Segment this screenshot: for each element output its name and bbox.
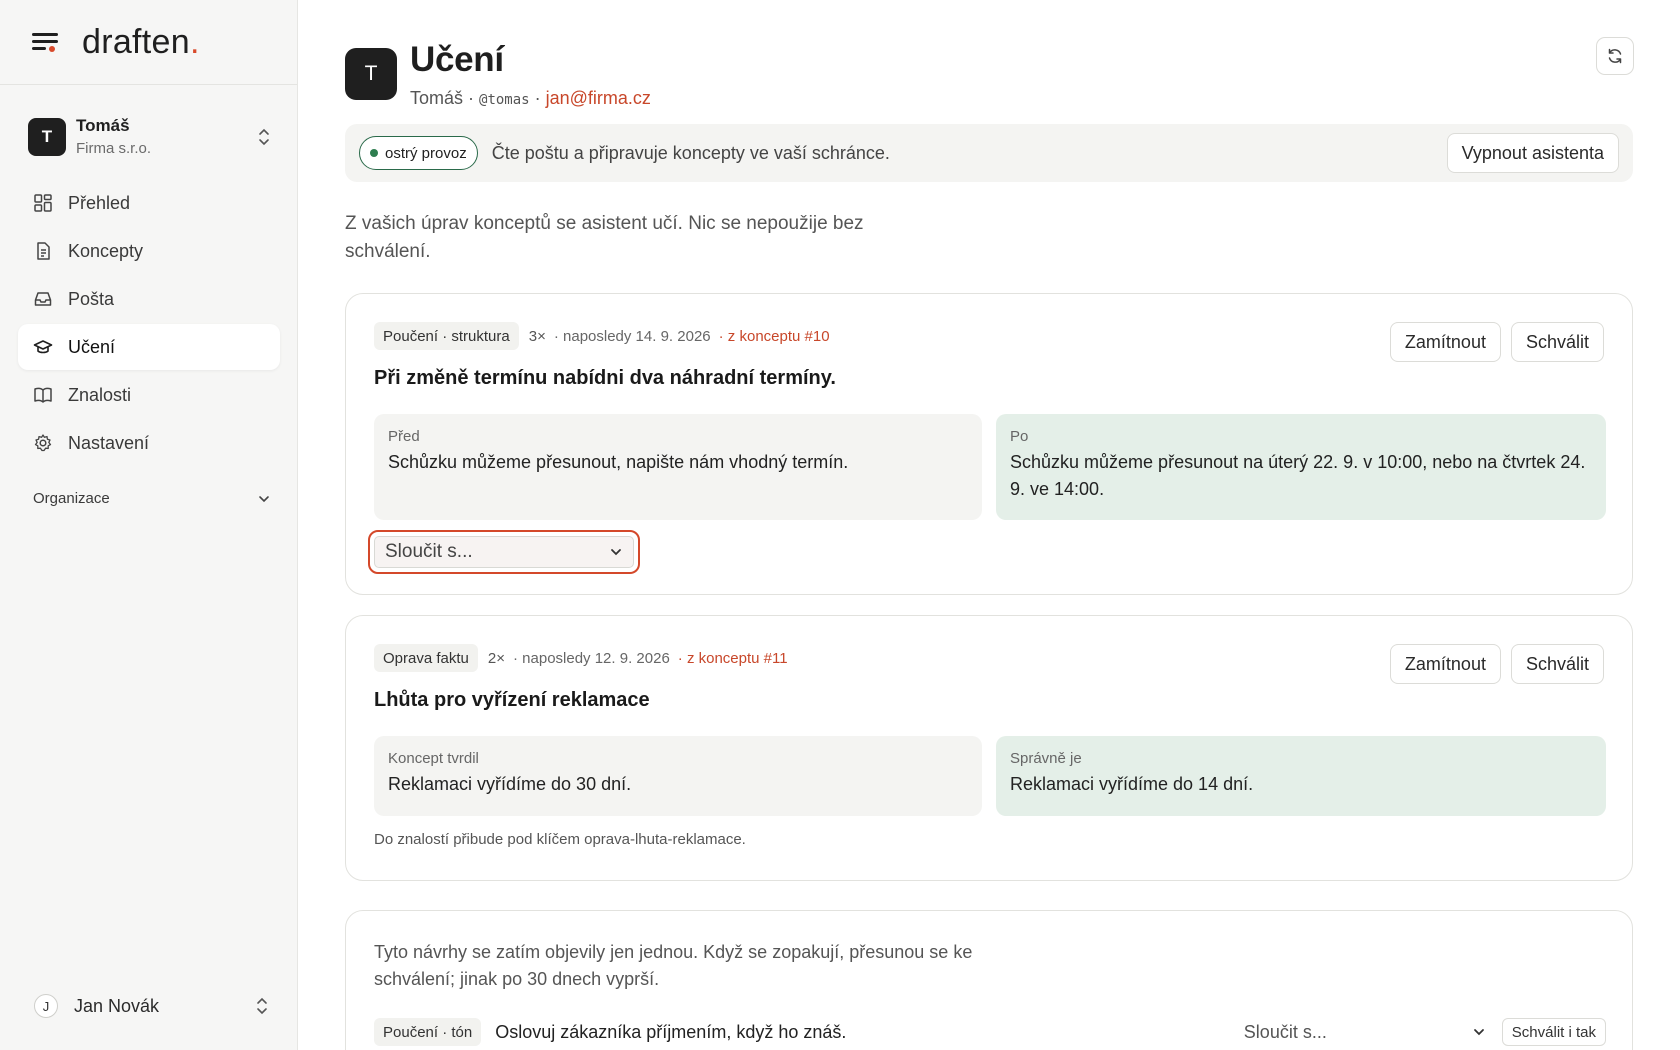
before-pane: Před Schůzku můžeme přesunout, napište n… (374, 414, 982, 520)
refresh-button[interactable] (1596, 37, 1634, 75)
user-avatar: J (34, 994, 58, 1018)
app-logo[interactable]: draften. (82, 23, 200, 62)
sidebar-item-koncepty[interactable]: Koncepty (18, 228, 280, 274)
reject-button[interactable]: Zamítnout (1389, 644, 1501, 684)
status-bar: ostrý provoz Čte poštu a připravuje konc… (345, 124, 1633, 182)
assistant-avatar: T (345, 48, 397, 100)
before-label: Koncept tvrdil (388, 750, 479, 767)
pending-item: Poučení · tón Oslovuj zákazníka příjmení… (374, 1018, 1606, 1046)
reject-button[interactable]: Zamítnout (1389, 322, 1501, 362)
chevron-down-icon (611, 549, 621, 556)
status-badge-label: ostrý provoz (385, 144, 467, 162)
sidebar: draften. T Tomáš Firma s.r.o. Přehled Ko… (0, 0, 298, 1050)
pending-explanation: Tyto návrhy se zatím objevily jen jednou… (374, 942, 973, 989)
last-seen: · naposledy 12. 9. 2026 (513, 649, 670, 667)
approve-button[interactable]: Schválit (1510, 644, 1604, 684)
merge-select[interactable]: Sloučit s... (374, 536, 634, 568)
chevron-down-icon (1473, 1029, 1484, 1036)
chevron-down-icon (259, 495, 269, 502)
account-avatar: T (28, 117, 66, 156)
sidebar-item-label: Koncepty (68, 240, 144, 261)
user-name: Jan Novák (74, 995, 160, 1016)
gear-icon (34, 434, 52, 452)
document-icon (37, 242, 50, 260)
occurrence-count: 2× (487, 649, 505, 667)
inbox-icon (34, 292, 52, 306)
approve-button[interactable]: Schválit (1510, 322, 1604, 362)
organization-section-toggle[interactable]: Organizace (33, 490, 271, 507)
after-pane: Správně je Reklamaci vyřídíme do 14 dní. (996, 736, 1606, 816)
after-label: Po (1010, 428, 1029, 445)
before-text: Reklamaci vyřídíme do 30 dní. (388, 774, 632, 794)
lesson-card: Poučení · struktura 3× · naposledy 14. 9… (345, 293, 1633, 595)
menu-icon[interactable] (32, 31, 60, 53)
merge-select-highlight: Sloučit s... (368, 530, 640, 574)
after-pane: Po Schůzku můžeme přesunout na úterý 22.… (996, 414, 1606, 520)
status-badge: ostrý provoz (359, 136, 478, 170)
pending-item-text: Oslovuj zákazníka příjmením, když ho zná… (495, 1021, 847, 1042)
live-dot-icon (370, 149, 378, 157)
lesson-title: Lhůta pro vyřízení reklamace (374, 689, 650, 711)
status-text: Čte poštu a připravuje koncepty ve vaší … (491, 142, 890, 163)
source-draft-link[interactable]: · z konceptu #11 (678, 650, 788, 667)
sidebar-item-posta[interactable]: Pošta (18, 276, 280, 322)
before-pane: Koncept tvrdil Reklamaci vyřídíme do 30 … (374, 736, 982, 816)
assistant-handle: @tomas (479, 92, 530, 108)
assistant-name: Tomáš (410, 88, 464, 108)
disable-assistant-button[interactable]: Vypnout asistenta (1446, 133, 1619, 173)
chevron-up-down-icon (257, 997, 267, 1015)
account-name: Tomáš (76, 116, 130, 135)
brand-bar: draften. (0, 0, 297, 85)
refresh-icon (1608, 48, 1622, 64)
grid-icon (34, 194, 52, 212)
sidebar-item-label: Znalosti (68, 384, 132, 405)
intro-text: Z vašich úprav konceptů se asistent učí.… (345, 213, 864, 262)
page-header: T Učení Tomáš · @tomas · jan@firma.cz (345, 40, 651, 109)
book-icon (34, 387, 52, 403)
lesson-type-tag: Poučení · struktura (374, 322, 519, 350)
before-text: Schůzku můžeme přesunout, napište nám vh… (388, 452, 849, 472)
after-label: Správně je (1010, 750, 1082, 767)
last-seen: · naposledy 14. 9. 2026 (553, 327, 711, 345)
header-meta: Tomáš · @tomas · jan@firma.cz (410, 88, 651, 109)
account-org: Firma s.r.o. (76, 140, 152, 157)
lesson-title: Při změně termínu nabídni dva náhradní t… (374, 367, 836, 389)
merge-select-value: Sloučit s... (1243, 1021, 1327, 1042)
organization-label: Organizace (33, 490, 110, 507)
after-text: Schůzku můžeme přesunout na úterý 22. 9.… (1010, 452, 1586, 499)
sidebar-item-nastaveni[interactable]: Nastavení (18, 420, 280, 466)
user-menu[interactable]: J Jan Novák (34, 994, 270, 1018)
sidebar-item-label: Učení (68, 336, 116, 357)
approve-anyway-button[interactable]: Schválit i tak (1501, 1018, 1606, 1046)
occurrence-count: 3× (528, 327, 546, 345)
sidebar-item-prehled[interactable]: Přehled (18, 180, 280, 226)
before-label: Před (388, 428, 420, 445)
pending-suggestions-card: Tyto návrhy se zatím objevily jen jednou… (345, 910, 1633, 1050)
sidebar-item-uceni[interactable]: Učení (18, 324, 280, 370)
lesson-card: Oprava faktu 2× · naposledy 12. 9. 2026 … (345, 615, 1633, 881)
assistant-email-link[interactable]: jan@firma.cz (546, 88, 651, 108)
after-text: Reklamaci vyřídíme do 14 dní. (1010, 774, 1254, 794)
source-draft-link[interactable]: · z konceptu #10 (719, 328, 830, 345)
account-switcher[interactable]: T Tomáš Firma s.r.o. (28, 116, 272, 157)
page-title: Učení (410, 40, 504, 79)
meta-separator: · (463, 88, 480, 108)
meta-separator: · (529, 88, 546, 108)
sidebar-item-label: Nastavení (68, 432, 150, 453)
sidebar-item-label: Přehled (68, 192, 131, 213)
lesson-type-tag: Oprava faktu (374, 644, 478, 672)
lesson-type-tag: Poučení · tón (374, 1018, 482, 1046)
merge-select-value: Sloučit s... (385, 541, 473, 562)
chevron-up-down-icon (259, 128, 269, 145)
knowledge-note: Do znalostí přibude pod klíčem oprava-lh… (374, 831, 746, 848)
graduation-cap-icon (33, 340, 53, 354)
sidebar-item-label: Pošta (68, 288, 115, 309)
sidebar-item-znalosti[interactable]: Znalosti (18, 372, 280, 418)
sidebar-nav: Přehled Koncepty Pošta Učení Znalosti Na… (18, 180, 280, 468)
merge-select[interactable]: Sloučit s... (1244, 1022, 1486, 1043)
